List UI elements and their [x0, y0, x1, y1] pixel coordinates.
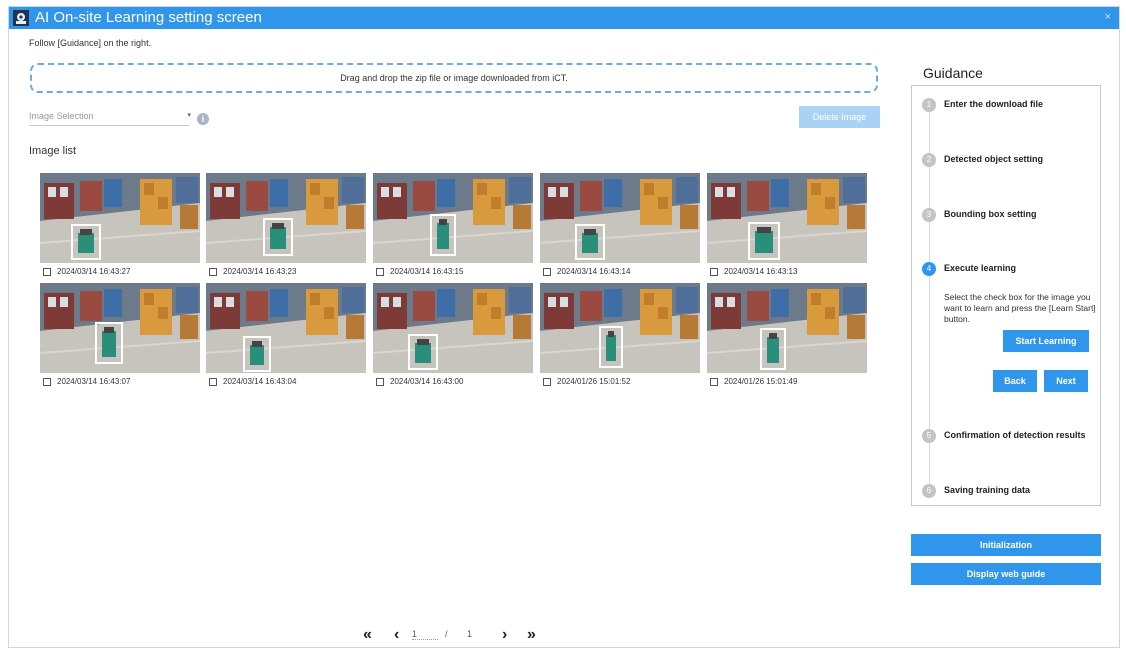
- page-separator: /: [445, 629, 448, 639]
- image-select-checkbox[interactable]: [209, 377, 217, 386]
- image-select-checkbox[interactable]: [543, 377, 551, 386]
- image-select-checkbox[interactable]: [710, 377, 718, 386]
- total-pages: 1: [467, 629, 473, 639]
- delete-image-button[interactable]: Delete Image: [799, 106, 880, 128]
- app-logo-icon: [13, 10, 29, 26]
- drop-zone-text: Drag and drop the zip file or image down…: [340, 73, 568, 83]
- image-thumbnail[interactable]: [540, 173, 700, 263]
- image-timestamp: 2024/03/14 16:43:15: [390, 267, 464, 276]
- image-thumbnail[interactable]: [373, 173, 533, 263]
- last-page-button[interactable]: »: [527, 626, 536, 644]
- image-timestamp: 2024/01/26 15:01:49: [724, 377, 798, 386]
- image-timestamp: 2024/03/14 16:43:27: [57, 267, 131, 276]
- instruction-text: Follow [Guidance] on the right.: [29, 38, 152, 48]
- image-select-checkbox[interactable]: [209, 267, 217, 276]
- title-bar: AI On-site Learning setting screen ×: [9, 7, 1119, 29]
- step-label: Execute learning: [944, 263, 1017, 273]
- step-label: Confirmation of detection results: [944, 430, 1086, 440]
- start-learning-button[interactable]: Start Learning: [1003, 330, 1089, 352]
- step-number: 3: [922, 208, 936, 222]
- step-label: Detected object setting: [944, 154, 1044, 164]
- next-page-button[interactable]: ›: [502, 626, 507, 644]
- step-number: 2: [922, 153, 936, 167]
- image-timestamp: 2024/03/14 16:43:07: [57, 377, 131, 386]
- image-caption: 2024/01/26 15:01:52: [543, 376, 630, 388]
- image-caption: 2024/03/14 16:43:00: [376, 376, 463, 388]
- first-page-button[interactable]: «: [363, 626, 372, 644]
- image-select-checkbox[interactable]: [376, 267, 384, 276]
- image-thumbnail[interactable]: [206, 283, 366, 373]
- info-icon[interactable]: i: [197, 113, 209, 125]
- image-list-heading: Image list: [29, 145, 77, 157]
- guidance-title: Guidance: [923, 65, 983, 81]
- image-thumbnail[interactable]: [707, 173, 867, 263]
- image-thumbnail[interactable]: [40, 173, 200, 263]
- image-select-checkbox[interactable]: [376, 377, 384, 386]
- image-caption: 2024/03/14 16:43:07: [43, 376, 130, 388]
- image-caption: 2024/01/26 15:01:49: [710, 376, 797, 388]
- image-timestamp: 2024/03/14 16:43:23: [223, 267, 297, 276]
- image-caption: 2024/03/14 16:43:04: [209, 376, 296, 388]
- file-drop-zone[interactable]: Drag and drop the zip file or image down…: [30, 63, 878, 93]
- image-select-checkbox[interactable]: [710, 267, 718, 276]
- image-timestamp: 2024/03/14 16:43:00: [390, 377, 464, 386]
- next-button[interactable]: Next: [1044, 370, 1088, 392]
- chevron-down-icon: ▾: [187, 112, 191, 119]
- pagination: « ‹ 1 / 1 › »: [363, 626, 563, 646]
- image-thumbnail[interactable]: [373, 283, 533, 373]
- step-number: 1: [922, 98, 936, 112]
- display-web-guide-button[interactable]: Display web guide: [911, 563, 1101, 585]
- image-timestamp: 2024/03/14 16:43:13: [724, 267, 798, 276]
- image-caption: 2024/03/14 16:43:13: [710, 266, 797, 278]
- image-timestamp: 2024/03/14 16:43:04: [223, 377, 297, 386]
- step-number: 5: [922, 429, 936, 443]
- initialization-button[interactable]: Initialization: [911, 534, 1101, 556]
- step-number: 4: [922, 262, 936, 276]
- prev-page-button[interactable]: ‹: [394, 626, 399, 644]
- image-timestamp: 2024/03/14 16:43:14: [557, 267, 631, 276]
- guidance-panel: 1 Enter the download file 2 Detected obj…: [911, 85, 1101, 506]
- image-thumbnail[interactable]: [540, 283, 700, 373]
- close-icon[interactable]: ×: [1105, 11, 1111, 23]
- image-selection-placeholder: Image Selection: [29, 111, 94, 121]
- image-caption: 2024/03/14 16:43:27: [43, 266, 130, 278]
- page-number-input[interactable]: 1: [412, 629, 438, 640]
- step-label: Bounding box setting: [944, 209, 1037, 219]
- image-caption: 2024/03/14 16:43:15: [376, 266, 463, 278]
- app-window: AI On-site Learning setting screen × Fol…: [8, 6, 1120, 648]
- back-button[interactable]: Back: [993, 370, 1037, 392]
- step-label: Saving training data: [944, 485, 1031, 495]
- image-select-checkbox[interactable]: [43, 267, 51, 276]
- image-select-checkbox[interactable]: [43, 377, 51, 386]
- image-caption: 2024/03/14 16:43:14: [543, 266, 630, 278]
- step-label: Enter the download file: [944, 99, 1044, 109]
- image-timestamp: 2024/01/26 15:01:52: [557, 377, 631, 386]
- image-thumbnail[interactable]: [206, 173, 366, 263]
- image-select-checkbox[interactable]: [543, 267, 551, 276]
- image-selection-dropdown[interactable]: Image Selection ▾: [29, 111, 191, 126]
- image-caption: 2024/03/14 16:43:23: [209, 266, 296, 278]
- window-title: AI On-site Learning setting screen: [35, 9, 262, 26]
- image-thumbnail[interactable]: [707, 283, 867, 373]
- image-thumbnail[interactable]: [40, 283, 200, 373]
- step-4-description: Select the check box for the image you w…: [944, 292, 1096, 324]
- screen: AI On-site Learning setting screen × Fol…: [0, 0, 1126, 652]
- step-number: 6: [922, 484, 936, 498]
